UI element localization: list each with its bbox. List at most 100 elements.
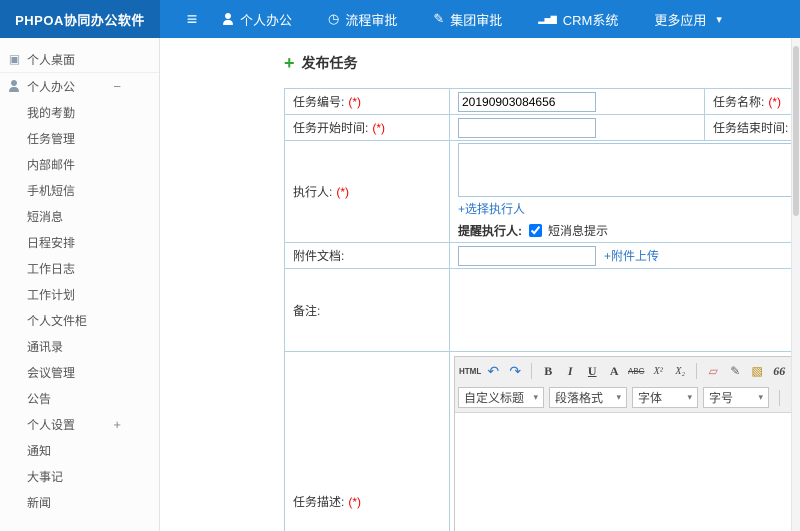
- sidebar-item[interactable]: 大事记: [0, 463, 159, 489]
- sidebar-item-label: 个人设置: [27, 417, 76, 432]
- font-button[interactable]: A: [604, 361, 624, 381]
- user-icon: [8, 80, 21, 92]
- strikethrough-button[interactable]: ABC: [626, 361, 646, 381]
- toolbar-separator: [696, 363, 698, 379]
- bold-button[interactable]: B: [538, 361, 558, 381]
- sidebar-item[interactable]: 通讯录: [0, 333, 159, 359]
- sidebar-item[interactable]: 日程安排: [0, 229, 159, 255]
- vertical-scrollbar[interactable]: [791, 38, 800, 531]
- sidebar-item[interactable]: 内部邮件: [0, 151, 159, 177]
- redo-button[interactable]: ↷: [505, 361, 525, 381]
- start-time-input[interactable]: [458, 117, 596, 138]
- app-logo: PHPOA协同办公软件: [0, 0, 160, 38]
- italic-button[interactable]: I: [560, 361, 580, 381]
- sidebar-item[interactable]: 个人文件柜: [0, 307, 159, 333]
- rich-text-editor: HTML↶↷ BIUAABCX²X₂ ▱✎▧66A: [454, 356, 800, 531]
- sidebar-item[interactable]: 工作日志: [0, 255, 159, 281]
- task-number-input[interactable]: [458, 91, 596, 112]
- sidebar-item[interactable]: 新闻: [0, 489, 159, 515]
- sidebar-item-label: 日程安排: [27, 235, 76, 250]
- custom-title-select[interactable]: 自定义标题: [458, 387, 544, 408]
- sidebar-item[interactable]: 通知: [0, 437, 159, 463]
- editor-body[interactable]: [455, 413, 800, 531]
- select-label: 字号: [709, 391, 734, 405]
- font-family-select[interactable]: 字体: [632, 387, 698, 408]
- menu-button[interactable]: [176, 0, 208, 38]
- executor-textarea[interactable]: [458, 143, 794, 197]
- format-painter-button[interactable]: ✎: [725, 361, 745, 381]
- user-icon: [222, 13, 234, 25]
- description-label-cell: 任务描述: (*): [284, 351, 450, 531]
- end-time-label-cell: 任务结束时间:(*): [704, 114, 800, 141]
- toolbar-separator: [779, 389, 780, 406]
- sidebar-item-personal-desktop[interactable]: 个人桌面: [0, 46, 159, 73]
- task-number-label: 任务编号:: [293, 95, 345, 109]
- collapse-icon[interactable]: −: [113, 79, 121, 94]
- topbar: PHPOA协同办公软件 个人办公 流程审批 集团审批 CRM系统: [0, 0, 800, 38]
- required-mark: (*): [768, 95, 782, 109]
- nav-label: 更多应用: [654, 12, 707, 28]
- select-label: 字体: [638, 391, 663, 405]
- nav-label: CRM系统: [562, 12, 619, 28]
- toolbar-group-selects: 自定义标题 段落格式 字体: [458, 387, 774, 408]
- expand-icon[interactable]: +: [113, 417, 121, 432]
- blockquote-button[interactable]: 66: [769, 361, 789, 381]
- required-mark: (*): [348, 95, 362, 109]
- sms-remind-checkbox[interactable]: [529, 224, 542, 237]
- sidebar-item[interactable]: 公告: [0, 385, 159, 411]
- flow-icon: [328, 11, 339, 27]
- sidebar-item-label: 工作日志: [27, 261, 76, 276]
- executor-field-cell: +选择执行人 提醒执行人: 短消息提示: [449, 140, 800, 243]
- sidebar-item-personal-settings[interactable]: 个人设置 +: [0, 411, 159, 437]
- sidebar-item-label: 个人桌面: [27, 52, 76, 67]
- nav-workflow-approval[interactable]: 流程审批: [328, 10, 397, 29]
- select-label: 段落格式: [555, 391, 604, 405]
- font-size-select[interactable]: 字号: [703, 387, 769, 408]
- toolbar-group-format: B I U A ABC X² X₂: [537, 361, 691, 381]
- scrollbar-thumb[interactable]: [793, 46, 799, 216]
- task-name-label: 任务名称:: [713, 95, 765, 109]
- undo-button[interactable]: ↶: [483, 361, 503, 381]
- description-label: 任务描述:: [293, 494, 345, 509]
- sidebar-item-label: 个人文件柜: [27, 313, 88, 328]
- underline-button[interactable]: U: [582, 361, 602, 381]
- nav-more-apps[interactable]: 更多应用: [654, 10, 722, 29]
- superscript-button[interactable]: X²: [648, 361, 668, 381]
- toolbar-group-misc: ▱✎▧66A: [702, 360, 800, 382]
- remove-format-button[interactable]: ▱: [703, 361, 723, 381]
- page-title-row: 发布任务: [284, 50, 800, 76]
- sidebar-item-label: 短消息: [27, 209, 64, 224]
- sidebar-item-label: 通知: [27, 443, 52, 458]
- select-executor-link[interactable]: +选择执行人: [458, 202, 525, 216]
- sidebar-item-label: 任务管理: [27, 131, 76, 146]
- paragraph-format-select[interactable]: 段落格式: [549, 387, 627, 408]
- highlight-button[interactable]: ▧: [747, 361, 767, 381]
- attachment-input[interactable]: [458, 245, 596, 266]
- sidebar-extra-items: 通知 大事记 新闻: [0, 437, 159, 515]
- sidebar-item-personal-office[interactable]: 个人办公 −: [0, 73, 159, 99]
- attachment-field-cell: +附件上传: [449, 242, 800, 269]
- add-icon: [284, 54, 295, 72]
- sidebar-item[interactable]: 我的考勤: [0, 99, 159, 125]
- nav-crm-system[interactable]: CRM系统: [538, 10, 619, 29]
- select-label: 自定义标题: [464, 391, 525, 405]
- sidebar-item-label: 我的考勤: [27, 105, 76, 120]
- executor-label: 执行人:: [293, 185, 333, 199]
- chart-icon: [538, 15, 556, 24]
- sidebar-item[interactable]: 任务管理: [0, 125, 159, 151]
- remark-label: 备注:: [293, 303, 321, 318]
- attachment-upload-link[interactable]: +附件上传: [604, 247, 659, 264]
- sidebar-item[interactable]: 会议管理: [0, 359, 159, 385]
- remark-textarea[interactable]: [458, 271, 800, 349]
- sidebar-item[interactable]: 工作计划: [0, 281, 159, 307]
- sidebar-item[interactable]: 手机短信: [0, 177, 159, 203]
- content-area: 发布任务 任务编号:(*) 任务名称:(*) 任务开始时: [160, 38, 800, 531]
- sidebar: 个人桌面 个人办公 − 我的考勤 任务管理 内部邮件: [0, 38, 160, 531]
- nav-label: 集团审批: [450, 12, 503, 28]
- nav-group-approval[interactable]: 集团审批: [433, 10, 502, 29]
- sidebar-item-label: 个人办公: [27, 79, 76, 94]
- subscript-button[interactable]: X₂: [670, 361, 690, 381]
- nav-personal-office[interactable]: 个人办公: [222, 10, 292, 29]
- sidebar-item[interactable]: 短消息: [0, 203, 159, 229]
- source-button[interactable]: HTML: [459, 361, 481, 381]
